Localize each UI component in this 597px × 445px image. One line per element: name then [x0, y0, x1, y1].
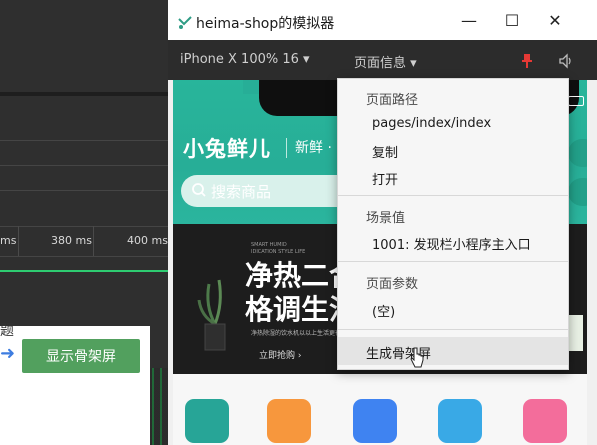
tick-separator	[93, 226, 94, 256]
scene-header: 场景值	[366, 211, 406, 226]
copy-menu-item[interactable]: 复制	[372, 142, 398, 161]
timeline-divider	[0, 190, 168, 191]
menu-divider	[338, 329, 568, 330]
maximize-icon: ☐	[504, 10, 520, 30]
page-path-header: 页面路径	[366, 93, 419, 108]
minimize-button[interactable]: —	[448, 0, 490, 40]
arrow-right-icon: ➜	[0, 343, 16, 364]
pin-icon[interactable]	[520, 53, 534, 69]
page-params-value: (空)	[372, 305, 396, 320]
battery-icon	[568, 96, 584, 106]
page-params-header: 页面参数	[366, 277, 419, 292]
maximize-button[interactable]: ☐	[491, 0, 533, 40]
category-icon-cleaning[interactable]	[438, 399, 482, 443]
plant-image	[197, 279, 226, 351]
timeline-ruler-bottom	[0, 256, 168, 257]
timeline-tick: ms	[0, 234, 17, 247]
timeline-track	[0, 270, 168, 272]
timeline-tick: 400 ms	[127, 234, 168, 247]
close-icon: ✕	[548, 10, 562, 30]
brand-divider	[286, 138, 287, 158]
page-info-button[interactable]: 页面信息 ▾	[354, 52, 417, 71]
category-icon-bedding[interactable]	[267, 399, 311, 443]
tick-separator	[18, 226, 19, 256]
minimize-icon: —	[461, 10, 477, 30]
brand-logo: 小兔鲜儿	[183, 136, 271, 161]
speaker-icon[interactable]	[558, 53, 574, 69]
scene-value: 1001: 发现栏小程序主入口	[372, 238, 531, 253]
timeline-divider	[0, 165, 168, 166]
timeline-tick: 380 ms	[51, 234, 92, 247]
search-placeholder: 搜索商品	[211, 183, 272, 201]
timeline-ruler-top	[0, 226, 168, 227]
close-button[interactable]: ✕	[534, 0, 576, 40]
page-info-menu: 页面路径 pages/index/index 复制 打开 场景值 1001: 发…	[337, 78, 569, 370]
app-icon	[178, 16, 192, 29]
timeline-divider	[0, 140, 168, 141]
timeline-band	[0, 92, 168, 96]
category-icon-dining[interactable]	[185, 399, 229, 443]
window-title: heima-shop的模拟器	[196, 16, 335, 32]
category-icon-phone[interactable]	[353, 399, 397, 443]
open-menu-item[interactable]: 打开	[372, 169, 398, 188]
menu-divider	[338, 195, 568, 196]
devtools-background: ms 380 ms 400 ms 题 ➜ 显示骨架屏	[0, 0, 168, 445]
search-icon	[192, 183, 206, 197]
title-bar: heima-shop的模拟器 — ☐ ✕	[168, 0, 597, 40]
device-select[interactable]: iPhone X 100% 16 ▾	[180, 52, 310, 67]
mouse-cursor-icon	[410, 347, 424, 368]
brand-slogan: 新鲜 ·	[295, 140, 332, 156]
show-skeleton-button[interactable]: 显示骨架屏	[22, 339, 140, 373]
page-path-value: pages/index/index	[372, 116, 492, 131]
menu-divider	[338, 261, 568, 262]
category-icon-beauty[interactable]	[523, 399, 567, 443]
banner-cta[interactable]: 立即抢购 ›	[259, 348, 301, 361]
panel-text-fragment: 题	[0, 323, 14, 339]
